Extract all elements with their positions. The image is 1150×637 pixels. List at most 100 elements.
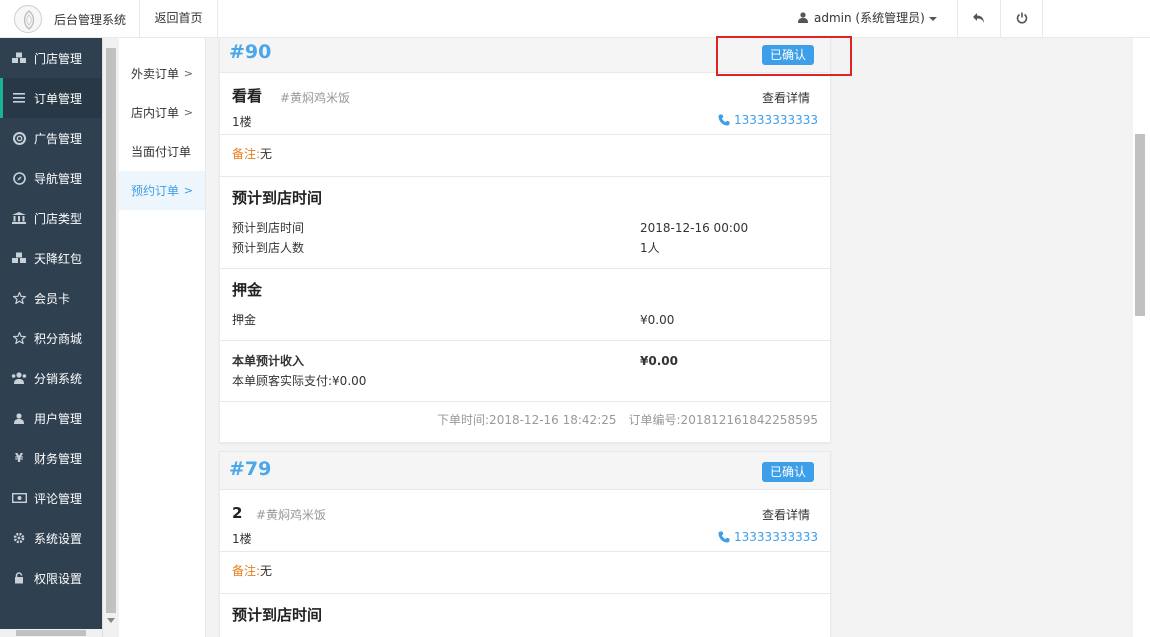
sidebar-item-store-types[interactable]: 门店类型 [0,198,102,238]
sidebar-item-label: 评论管理 [34,491,83,506]
submenu-label: 预约订单 [131,184,180,198]
phone-icon [718,530,734,544]
sidebar-item-label: 财务管理 [34,451,83,466]
sidebar-item-red-packet[interactable]: 天降红包 [0,238,102,278]
sidebar-item-stores[interactable]: 门店管理 [0,38,102,78]
deposit-section: 押金 押金 ¥0.00 [220,269,830,341]
sidebar-item-comments[interactable]: 评论管理 [0,478,102,518]
sidebar-item-label: 门店类型 [34,211,83,226]
sidebar-item-users[interactable]: 用户管理 [0,398,102,438]
content-scrollbar[interactable] [1133,38,1150,637]
customer-name: 看看 [232,87,263,105]
remark-section: 备注:无 [220,552,830,594]
submenu-dine-in-orders[interactable]: 店内订单 > [119,93,205,132]
sidebar-item-label: 系统设置 [34,531,83,546]
order-number: #90 [229,41,272,63]
phone-link[interactable]: 13333333333 [718,530,818,544]
star-icon [10,292,28,304]
phone-link[interactable]: 13333333333 [718,113,818,127]
customer-name: 2 [232,504,243,522]
order-time: 下单时间:2018-12-16 18:42:25 [437,413,617,427]
user-menu[interactable]: admin (系统管理员) [786,0,956,38]
scroll-down-icon[interactable] [107,618,115,623]
order-code: 订单编号:201812161842258595 [628,413,818,427]
submenu-label: 店内订单 [131,106,180,120]
submenu-reservation-orders[interactable]: 预约订单 > [119,171,205,210]
user-name: admin (系统管理员) [814,11,925,25]
money-icon [10,493,28,503]
chevron-right-icon: > [183,67,193,80]
view-details-link[interactable]: 查看详情 [762,89,810,106]
scrollbar-thumb[interactable] [16,630,86,636]
arrival-section: 预计到店时间 预计到店时间 2018-12-16 00:00 预计到店人数 1人 [220,177,830,269]
undo-button[interactable] [957,0,1000,38]
arrival-people-value: 1人 [640,241,660,255]
cubes-icon [10,52,28,64]
star-icon [10,332,28,344]
bank-icon [10,212,28,224]
info-row: 押金 ¥0.00 [232,310,818,330]
remark-value: 无 [260,147,273,161]
arrival-time-value: 2018-12-16 00:00 [640,221,749,235]
sidebar-item-orders[interactable]: 订单管理 [0,78,102,118]
order-card: #79 已确认 2 #黄焖鸡米饭 1楼 查看详情 13333333333 备注:… [219,451,831,637]
cubes-icon [10,252,28,264]
power-icon [1016,12,1028,27]
sidebar-item-permissions[interactable]: 权限设置 [0,558,102,598]
arrival-time-label: 预计到店时间 [232,221,305,235]
order-card-header: #79 已确认 [220,452,830,490]
sidebar-item-member-card[interactable]: 会员卡 [0,278,102,318]
paid-text: 本单顾客实际支付:¥0.00 [232,374,367,388]
income-value: ¥0.00 [640,354,678,368]
arrival-people-label: 预计到店人数 [232,241,305,255]
logo [14,5,42,33]
submenu-takeout-orders[interactable]: 外卖订单 > [119,54,205,93]
customer-section: 2 #黄焖鸡米饭 1楼 查看详情 13333333333 [220,490,830,552]
sidebar-item-finance[interactable]: ¥ 财务管理 [0,438,102,478]
sidebar: 门店管理 订单管理 广告管理 导航管理 门店类型 天降红包 会员卡 积分商城 分… [0,38,102,637]
sidebar-item-settings[interactable]: 系统设置 [0,518,102,558]
sidebar-item-label: 订单管理 [34,91,83,106]
scrollbar-thumb[interactable] [106,48,116,613]
top-bar: 后台管理系统 返回首页 admin (系统管理员) [0,0,1150,38]
sidebar-item-ads[interactable]: 广告管理 [0,118,102,158]
reply-icon [972,12,986,27]
logout-button[interactable] [1000,0,1043,38]
sidebar-item-label: 门店管理 [34,51,83,66]
sidebar-item-distribution[interactable]: 分销系统 [0,358,102,398]
gear-icon [10,532,28,544]
order-footer: 下单时间:2018-12-16 18:42:25 订单编号:20181216184… [220,402,830,442]
remark-section: 备注:无 [220,135,830,177]
sidebar-item-navigation[interactable]: 导航管理 [0,158,102,198]
phone-icon [718,113,734,127]
status-badge[interactable]: 已确认 [761,462,814,482]
back-home-link[interactable]: 返回首页 [139,0,218,38]
info-row: 预计到店时间 2018-12-16 00:00 [232,218,818,238]
user-icon [10,412,28,424]
lock-icon [10,572,28,584]
sidebar-item-points-mall[interactable]: 积分商城 [0,318,102,358]
order-submenu: 外卖订单 > 店内订单 > 当面付订单 预约订单 > [119,38,206,637]
sidebar-item-label: 广告管理 [34,131,83,146]
income-section: 本单预计收入 ¥0.00 本单顾客实际支付:¥0.00 [220,341,830,402]
phone-number: 13333333333 [734,530,818,544]
submenu-face-pay-orders[interactable]: 当面付订单 [119,132,205,171]
main-content: #90 已确认 看看 #黄焖鸡米饭 1楼 查看详情 13333333333 备注… [206,38,1150,637]
caret-down-icon [928,16,937,21]
sidebar-item-label: 天降红包 [34,251,83,266]
sidebar-scrollbar[interactable] [102,38,119,637]
sidebar-horizontal-scrollbar[interactable] [0,629,102,637]
highlight-box [716,36,852,76]
users-icon [10,372,28,384]
order-card: #90 已确认 看看 #黄焖鸡米饭 1楼 查看详情 13333333333 备注… [219,38,831,443]
shop-name: #黄焖鸡米饭 [280,91,351,105]
view-details-link[interactable]: 查看详情 [762,506,810,523]
scrollbar-thumb[interactable] [1135,134,1145,316]
sidebar-item-label: 会员卡 [34,291,71,306]
sidebar-item-label: 权限设置 [34,571,83,586]
phone-number: 13333333333 [734,113,818,127]
submenu-label: 当面付订单 [131,145,192,159]
submenu-label: 外卖订单 [131,67,180,81]
income-label: 本单预计收入 [232,354,305,368]
arrival-title: 预计到店时间 [232,189,323,207]
